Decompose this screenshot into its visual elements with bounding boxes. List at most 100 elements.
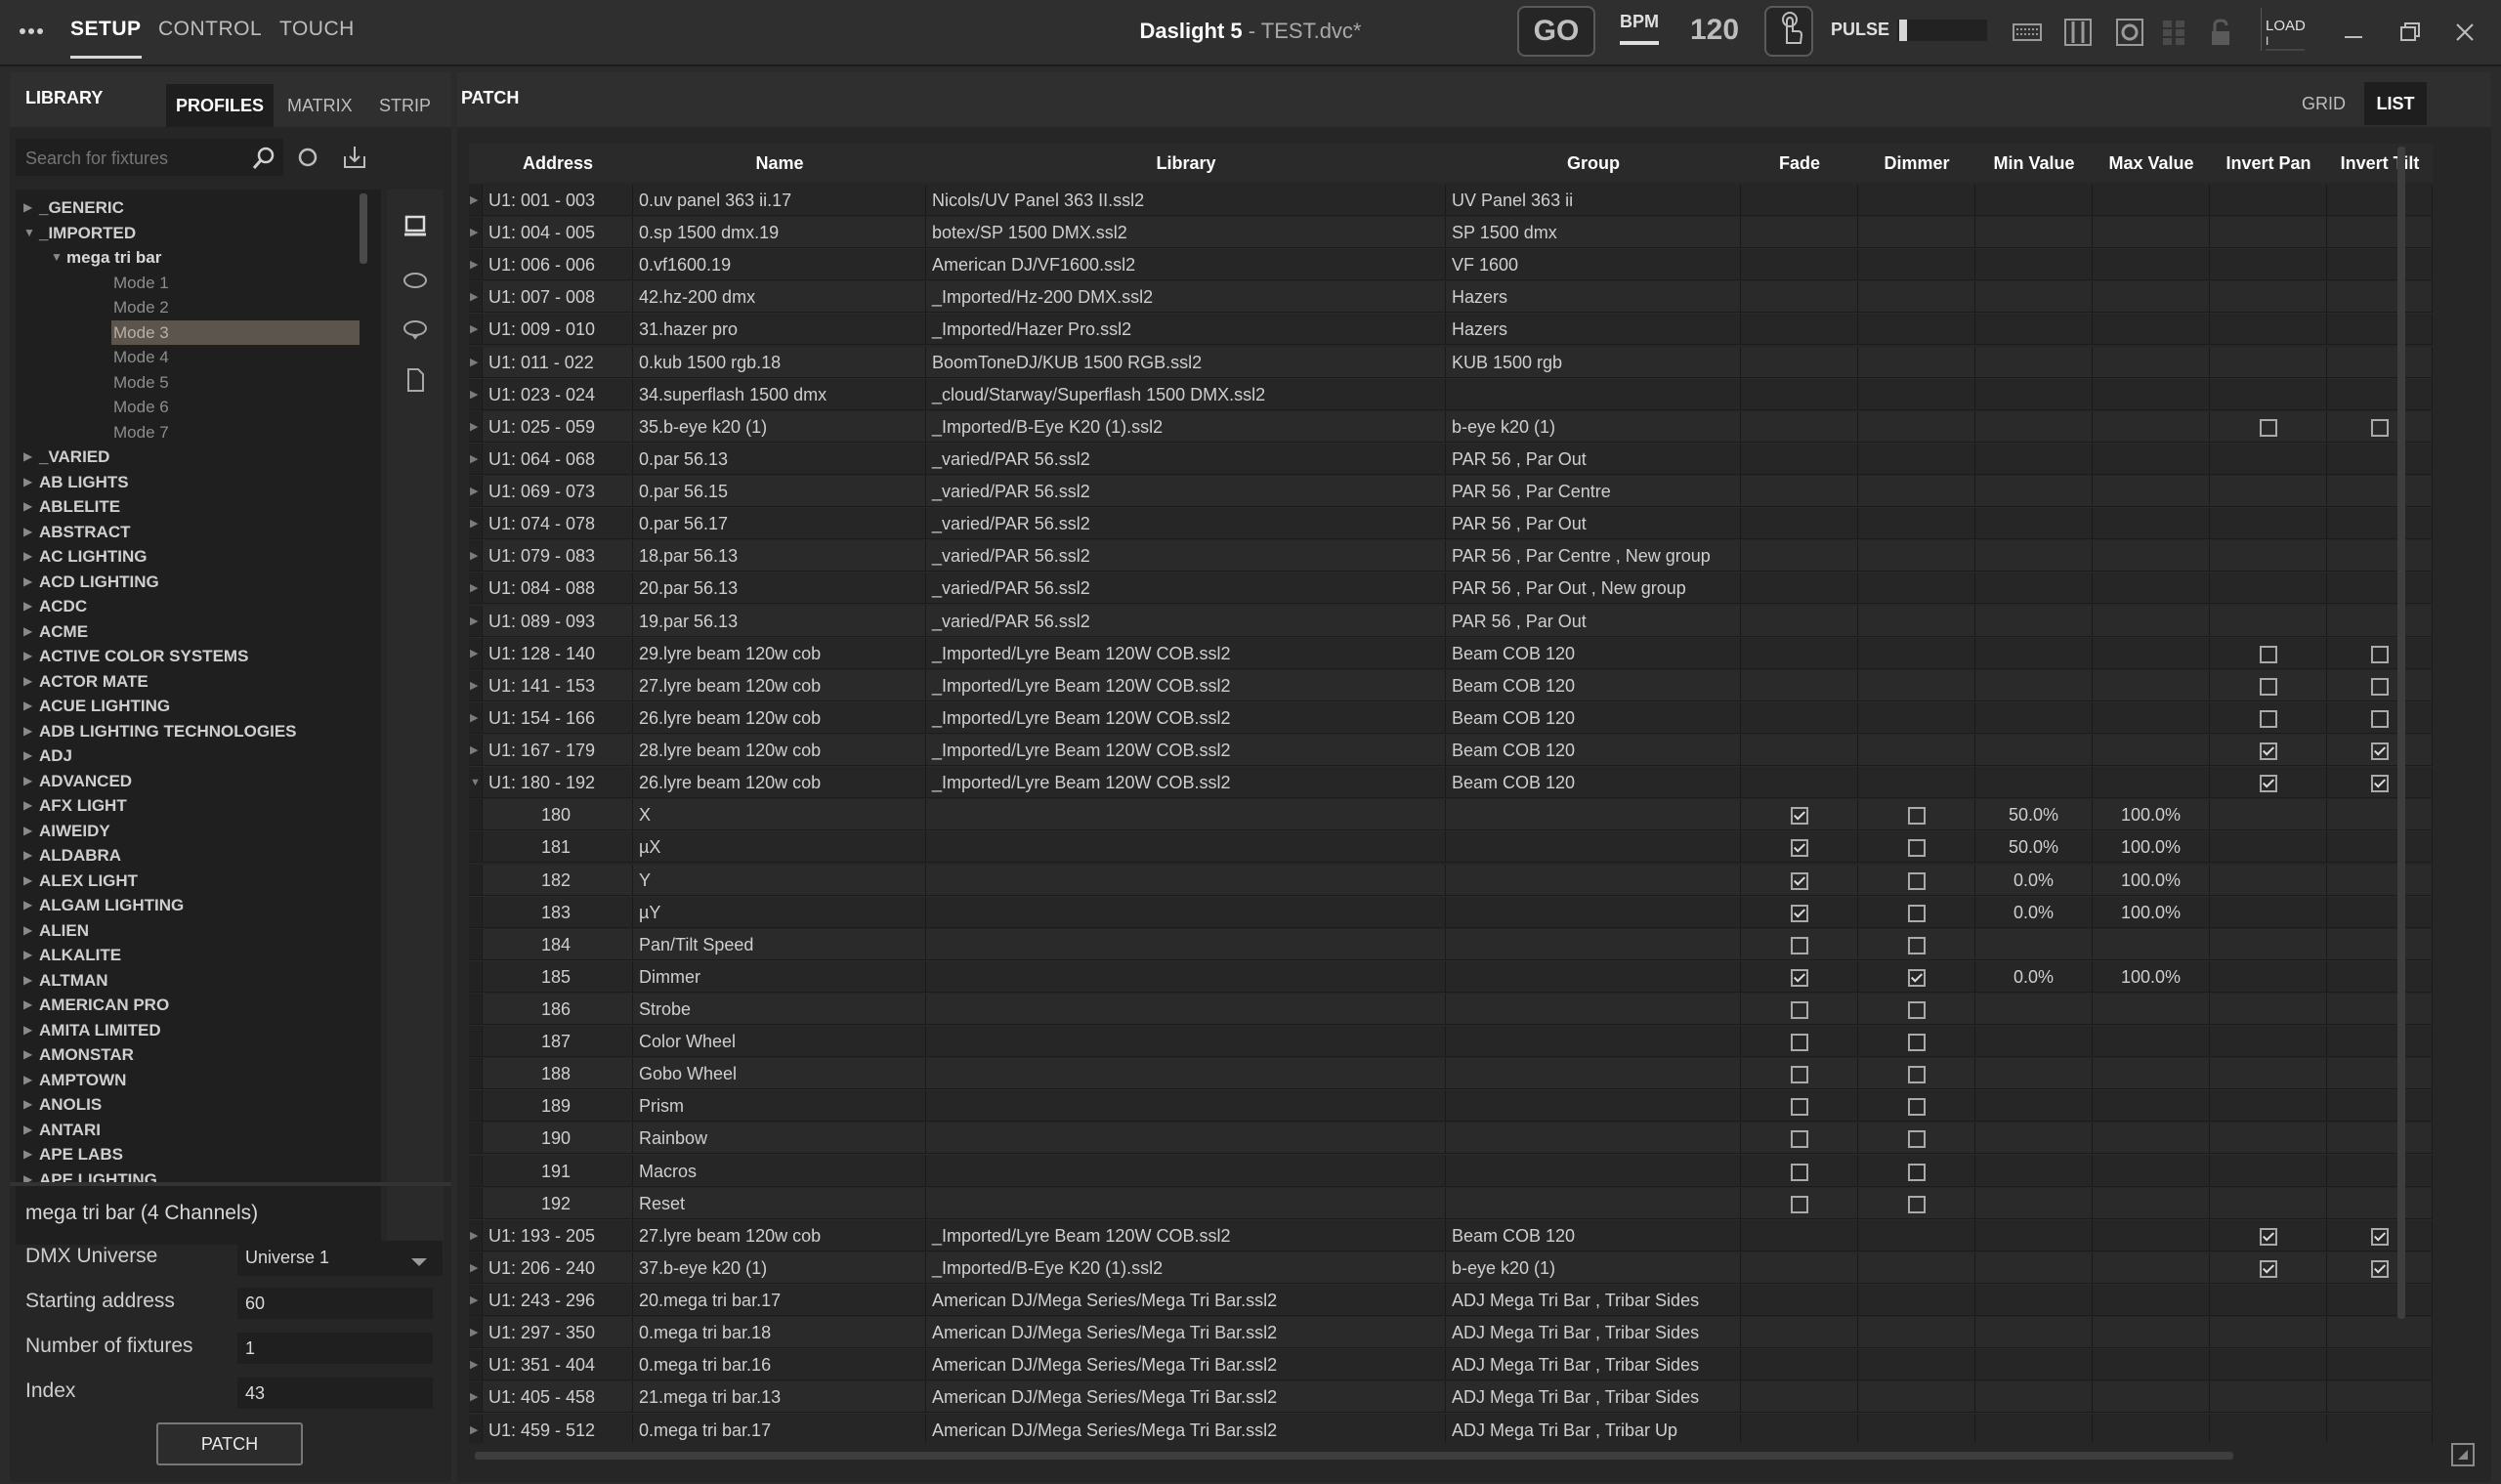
channel-row[interactable]: 184 Pan/Tilt Speed — [469, 928, 2433, 961]
tree-item-mode[interactable]: Mode 6 — [16, 395, 367, 419]
dimmer-checkbox[interactable] — [1908, 1163, 1926, 1181]
lock-icon[interactable] — [2204, 16, 2237, 49]
channel-row[interactable]: 191 Macros — [469, 1155, 2433, 1188]
fade-checkbox[interactable] — [1791, 968, 1808, 987]
invert-pan-checkbox[interactable] — [2260, 1259, 2277, 1278]
chevron-right-icon[interactable]: ▶ — [23, 1092, 32, 1117]
tree-item-fixture[interactable]: ▼ mega tri bar — [16, 245, 367, 270]
chevron-down-icon[interactable]: ▼ — [470, 767, 481, 797]
dimmer-checkbox[interactable] — [1908, 1195, 1926, 1213]
invert-pan-checkbox[interactable] — [2260, 709, 2277, 728]
fade-checkbox[interactable] — [1791, 807, 1808, 826]
import-icon[interactable] — [340, 143, 369, 177]
fixture-row[interactable]: ▶ U1: 459 - 512 0.mega tri bar.17 American … — [469, 1414, 2433, 1443]
chevron-right-icon[interactable]: ▶ — [23, 918, 32, 943]
chevron-down-icon[interactable]: ▼ — [23, 221, 35, 245]
chevron-right-icon[interactable]: ▶ — [23, 719, 32, 743]
fixture-row[interactable]: ▶ U1: 405 - 458 21.mega tri bar.13 American… — [469, 1381, 2433, 1415]
channel-row[interactable]: 181 µX 50.0% 100.0% — [469, 831, 2433, 864]
row-expander[interactable]: ▶ — [469, 378, 483, 410]
invert-pan-checkbox[interactable] — [2260, 775, 2277, 793]
chevron-right-icon[interactable]: ▶ — [470, 314, 478, 344]
row-expander[interactable]: ▶ — [469, 735, 483, 767]
dimmer-checkbox[interactable] — [1908, 807, 1926, 826]
tree-item-brand[interactable]: ▶ ABLELITE — [16, 494, 367, 519]
channel-row[interactable]: 186 Strobe — [469, 994, 2433, 1026]
channel-row[interactable]: 188 Gobo Wheel — [469, 1058, 2433, 1091]
tree-item-brand[interactable]: ▶ AMONSTAR — [16, 1042, 367, 1067]
refresh-icon[interactable] — [293, 143, 322, 177]
close-icon[interactable] — [2448, 16, 2481, 49]
chevron-right-icon[interactable]: ▶ — [23, 793, 32, 818]
number-of-fixtures-input[interactable]: 1 — [237, 1333, 433, 1364]
tree-item-brand[interactable]: ▶ ACUE LIGHTING — [16, 694, 367, 718]
row-expander[interactable]: ▶ — [469, 1285, 483, 1317]
tree-item-brand[interactable]: ▶ ANOLIS — [16, 1092, 367, 1117]
faders-icon[interactable] — [2061, 16, 2095, 49]
tree-item-brand[interactable]: ▶ AB LIGHTS — [16, 470, 367, 494]
more-dots-icon[interactable] — [18, 18, 45, 45]
tree-item-brand[interactable]: ▶ AIWEIDY — [16, 819, 367, 843]
patch-button[interactable]: PATCH — [156, 1422, 303, 1465]
tree-item-brand[interactable]: ▶ AC LIGHTING — [16, 544, 367, 569]
tree-item-brand[interactable]: ▶ AFX LIGHT — [16, 793, 367, 818]
fade-checkbox[interactable] — [1791, 1098, 1808, 1117]
row-expander[interactable]: ▶ — [469, 572, 483, 605]
nav-control[interactable]: CONTROL — [158, 0, 262, 59]
chevron-right-icon[interactable]: ▶ — [23, 1042, 32, 1067]
record-target-icon[interactable] — [2113, 16, 2146, 49]
chevron-right-icon[interactable]: ▶ — [470, 1349, 478, 1379]
chevron-right-icon[interactable]: ▶ — [23, 943, 32, 967]
chevron-right-icon[interactable]: ▶ — [23, 869, 32, 893]
row-expander[interactable]: ▶ — [469, 1317, 483, 1349]
chevron-down-icon[interactable]: ▼ — [51, 245, 63, 270]
chevron-right-icon[interactable]: ▶ — [470, 217, 478, 247]
fixture-row[interactable]: ▶ U1: 007 - 008 42.hz-200 dmx _Imported/Hz-… — [469, 281, 2433, 315]
chevron-right-icon[interactable]: ▶ — [470, 572, 478, 603]
chevron-right-icon[interactable]: ▶ — [470, 735, 478, 765]
chevron-right-icon[interactable]: ▶ — [470, 1381, 478, 1412]
row-expander[interactable]: ▶ — [469, 476, 483, 508]
tree-item-mode[interactable]: Mode 7 — [16, 420, 367, 445]
chevron-right-icon[interactable]: ▶ — [23, 893, 32, 917]
chevron-right-icon[interactable]: ▶ — [470, 1317, 478, 1347]
fixture-row[interactable]: ▶ U1: 154 - 166 26.lyre beam 120w cob _Impo… — [469, 701, 2433, 735]
tab-profiles[interactable]: PROFILES — [166, 84, 274, 127]
fade-checkbox[interactable] — [1791, 936, 1808, 954]
search-input[interactable] — [23, 143, 242, 174]
tree-item-brand[interactable]: ▶ ABSTRACT — [16, 520, 367, 544]
row-expander[interactable]: ▶ — [469, 217, 483, 249]
fixture-row[interactable]: ▶ U1: 297 - 350 0.mega tri bar.18 American … — [469, 1317, 2433, 1350]
row-expander[interactable]: ▶ — [469, 540, 483, 572]
tree-item-brand[interactable]: ▶ ACTIVE COLOR SYSTEMS — [16, 644, 367, 668]
fixture-row[interactable]: ▶ U1: 064 - 068 0.par 56.13 _varied/PAR 56.… — [469, 443, 2433, 476]
name-header[interactable]: Name — [633, 144, 927, 183]
fade-checkbox[interactable] — [1791, 1034, 1808, 1052]
fixture-row[interactable]: ▶ U1: 025 - 059 35.b-eye k20 (1) _Imported/… — [469, 410, 2433, 444]
fade-checkbox[interactable] — [1791, 871, 1808, 890]
fixture-row[interactable]: ▶ U1: 069 - 073 0.par 56.15 _varied/PAR 56.… — [469, 476, 2433, 509]
channel-row[interactable]: 182 Y 0.0% 100.0% — [469, 864, 2433, 897]
row-expander[interactable]: ▶ — [469, 701, 483, 734]
channel-row[interactable]: 187 Color Wheel — [469, 1026, 2433, 1058]
chevron-right-icon[interactable]: ▶ — [470, 540, 478, 571]
invert-pan-checkbox[interactable] — [2260, 742, 2277, 761]
tree-item-brand[interactable]: ▶ ALGAM LIGHTING — [16, 893, 367, 917]
grid-icon[interactable] — [2157, 16, 2190, 49]
nav-touch[interactable]: TOUCH — [279, 0, 355, 59]
tree-item-brand[interactable]: ▶ AMPTOWN — [16, 1068, 367, 1092]
chevron-right-icon[interactable]: ▶ — [23, 195, 32, 220]
row-expander[interactable]: ▶ — [469, 249, 483, 281]
restore-icon[interactable] — [2394, 16, 2427, 49]
invert-tilt-checkbox[interactable] — [2371, 742, 2389, 761]
group-header[interactable]: Group — [1446, 144, 1742, 183]
fixture-row[interactable]: ▶ U1: 004 - 005 0.sp 1500 dmx.19 botex/SP 1… — [469, 217, 2433, 250]
tree-item-brand[interactable]: ▶ ALKALITE — [16, 943, 367, 967]
row-expander[interactable]: ▼ — [469, 767, 483, 799]
invert-pan-header[interactable]: Invert Pan — [2210, 144, 2328, 183]
chevron-right-icon[interactable]: ▶ — [470, 444, 478, 474]
tree-item-brand[interactable]: ▶ ADB LIGHTING TECHNOLOGIES — [16, 719, 367, 743]
fade-checkbox[interactable] — [1791, 1163, 1808, 1181]
chevron-right-icon[interactable]: ▶ — [470, 606, 478, 636]
cloud-icon[interactable] — [401, 264, 430, 298]
